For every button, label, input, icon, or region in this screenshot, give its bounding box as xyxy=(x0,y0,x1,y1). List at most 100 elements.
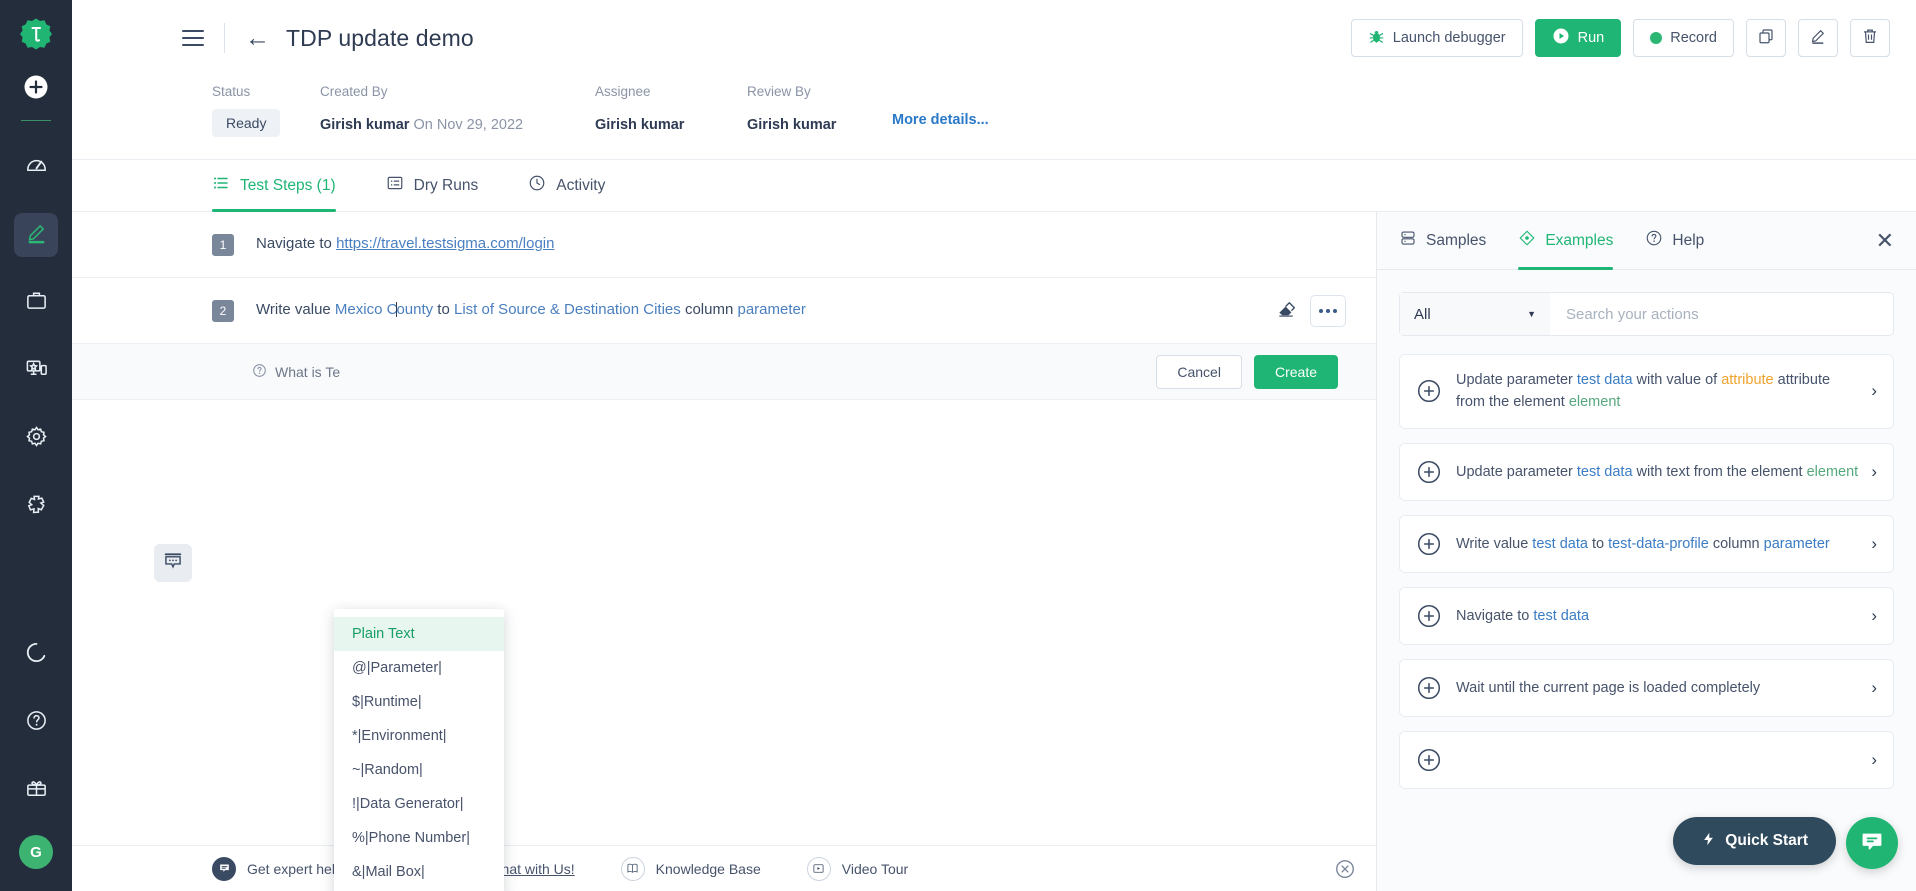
footer-bar: Get expert help for Test Case creation, … xyxy=(72,845,1376,891)
cancel-button[interactable]: Cancel xyxy=(1156,354,1242,389)
back-arrow-icon[interactable]: ← xyxy=(245,25,270,51)
add-circle-icon[interactable] xyxy=(1416,459,1442,485)
table-row[interactable]: 2 Write value Mexico County to List of S… xyxy=(72,278,1376,344)
main-tabs: Test Steps (1) Dry Runs Activity xyxy=(72,160,1916,212)
tab-samples-label: Samples xyxy=(1426,231,1487,249)
tab-dry-runs[interactable]: Dry Runs xyxy=(386,160,501,212)
eraser-icon[interactable] xyxy=(1276,299,1296,323)
example-text: Navigate to test data xyxy=(1456,607,1590,624)
delete-button[interactable] xyxy=(1850,19,1890,57)
pencil-edit-icon xyxy=(25,221,48,249)
step-comment-button[interactable] xyxy=(154,544,192,582)
chevron-right-icon: › xyxy=(1871,677,1877,697)
add-circle-icon[interactable] xyxy=(1416,675,1442,701)
sidebar-item-test-plans[interactable] xyxy=(14,281,58,325)
close-circle-icon[interactable] xyxy=(1334,858,1356,880)
test-data-type-dropdown: Plain Text @|Parameter| $|Runtime| *|Env… xyxy=(334,609,504,891)
dropdown-item-parameter[interactable]: @|Parameter| xyxy=(334,651,504,685)
chevron-down-icon: ▼ xyxy=(1527,309,1536,319)
lightning-icon xyxy=(1701,830,1716,853)
create-button[interactable]: Create xyxy=(1253,354,1338,389)
list-item[interactable]: Write value test data to test-data-profi… xyxy=(1399,514,1894,573)
step-2-p3: column xyxy=(680,301,738,319)
what-is-hint[interactable]: What is Te xyxy=(252,363,340,381)
step-text: Navigate to https://travel.testsigma.com… xyxy=(256,233,555,256)
footer-video-tour[interactable]: Video Tour xyxy=(806,856,909,881)
add-circle-icon[interactable] xyxy=(1416,747,1442,773)
footer-video-label: Video Tour xyxy=(841,860,909,877)
action-filter-select[interactable]: All ▼ xyxy=(1400,293,1550,335)
step-1-url[interactable]: https://travel.testsigma.com/login xyxy=(336,235,554,252)
step-more-button[interactable] xyxy=(1310,294,1346,327)
created-on-value: On Nov 29, 2022 xyxy=(413,117,524,133)
status-label: Status xyxy=(212,84,251,99)
add-circle-icon[interactable] xyxy=(1416,531,1442,557)
step-2-value[interactable]: Mexico County xyxy=(335,301,433,318)
dropdown-item-environment[interactable]: *|Environment| xyxy=(334,719,504,753)
main-column: ← TDP update demo Launch debugger Run Re… xyxy=(72,0,1916,891)
chat-fab-button[interactable] xyxy=(1846,817,1898,869)
run-button[interactable]: Run xyxy=(1534,19,1622,57)
record-label: Record xyxy=(1670,30,1717,46)
copy-button[interactable] xyxy=(1746,19,1786,57)
table-row[interactable]: 1 Navigate to https://travel.testsigma.c… xyxy=(72,212,1376,278)
tab-help[interactable]: Help xyxy=(1645,212,1704,270)
sidebar-item-create-tests[interactable] xyxy=(14,213,58,257)
meta-assignee: Assignee Girish kumar xyxy=(595,84,747,133)
step-2-profile[interactable]: List of Source & Destination Cities xyxy=(454,301,681,318)
dropdown-item-random[interactable]: ~|Random| xyxy=(334,753,504,787)
tab-activity[interactable]: Activity xyxy=(528,160,627,212)
sidebar-item-addons[interactable] xyxy=(14,485,58,529)
search-input[interactable] xyxy=(1550,305,1893,323)
diamond-icon xyxy=(1518,229,1536,252)
comment-icon xyxy=(163,551,183,576)
dropdown-item-runtime[interactable]: $|Runtime| xyxy=(334,685,504,719)
meta-created-by: Created By Girish kumar On Nov 29, 2022 xyxy=(320,84,595,133)
step-number: 2 xyxy=(212,299,234,322)
sidebar-item-test-labs[interactable] xyxy=(14,349,58,393)
list-item[interactable]: › xyxy=(1399,730,1894,789)
play-circle-icon xyxy=(1552,27,1570,49)
list-item[interactable]: Update parameter test data with text fro… xyxy=(1399,442,1894,501)
tab-examples[interactable]: Examples xyxy=(1518,212,1614,270)
sidebar-item-dashboard[interactable] xyxy=(14,145,58,189)
list-item[interactable]: Wait until the current page is loaded co… xyxy=(1399,658,1894,717)
right-panel: Samples Examples Help ✕ All ▼ Search you… xyxy=(1376,212,1916,891)
sidebar-item-usage[interactable] xyxy=(14,633,58,677)
create-row-buttons: Cancel Create xyxy=(1156,354,1338,389)
sidebar-item-help[interactable] xyxy=(14,701,58,745)
example-text: Wait until the current page is loaded co… xyxy=(1456,679,1761,696)
list-item[interactable]: Navigate to test data › xyxy=(1399,586,1894,645)
edit-button[interactable] xyxy=(1798,19,1838,57)
add-circle-icon[interactable] xyxy=(1416,603,1442,629)
sidebar-item-settings[interactable] xyxy=(14,417,58,461)
close-icon[interactable]: ✕ xyxy=(1876,229,1894,252)
quick-start-button[interactable]: Quick Start xyxy=(1673,817,1836,865)
hamburger-icon[interactable] xyxy=(182,30,204,46)
list-item[interactable]: Update parameter test data with value of… xyxy=(1399,354,1894,429)
tab-test-steps[interactable]: Test Steps (1) xyxy=(212,160,358,212)
dropdown-item-data-generator[interactable]: !|Data Generator| xyxy=(334,787,504,821)
bug-icon xyxy=(1368,28,1385,49)
created-by-value: Girish kumar On Nov 29, 2022 xyxy=(320,117,524,133)
sidebar-item-whats-new[interactable] xyxy=(14,769,58,813)
dropdown-item-plain-text[interactable]: Plain Text xyxy=(334,617,504,651)
footer-knowledge-base[interactable]: Knowledge Base xyxy=(620,856,761,881)
step-2-p2: to xyxy=(433,301,454,319)
dropdown-item-phone-number[interactable]: %|Phone Number| xyxy=(334,821,504,855)
run-label: Run xyxy=(1577,30,1605,46)
step-2-parameter[interactable]: parameter xyxy=(737,301,805,318)
testsigma-logo-icon[interactable] xyxy=(14,12,58,56)
avatar[interactable]: G xyxy=(19,835,53,869)
book-icon xyxy=(620,856,645,881)
tab-samples[interactable]: Samples xyxy=(1399,212,1486,270)
add-circle-icon[interactable] xyxy=(1416,378,1442,404)
more-details-link[interactable]: More details... xyxy=(892,112,989,128)
dropdown-item-mail-box[interactable]: &|Mail Box| xyxy=(334,855,504,889)
question-circle-icon xyxy=(252,363,267,381)
plus-circle-icon[interactable] xyxy=(21,72,51,102)
tab-help-label: Help xyxy=(1672,231,1705,249)
chevron-right-icon: › xyxy=(1871,461,1877,481)
record-button[interactable]: Record xyxy=(1633,19,1734,57)
launch-debugger-button[interactable]: Launch debugger xyxy=(1350,19,1523,57)
